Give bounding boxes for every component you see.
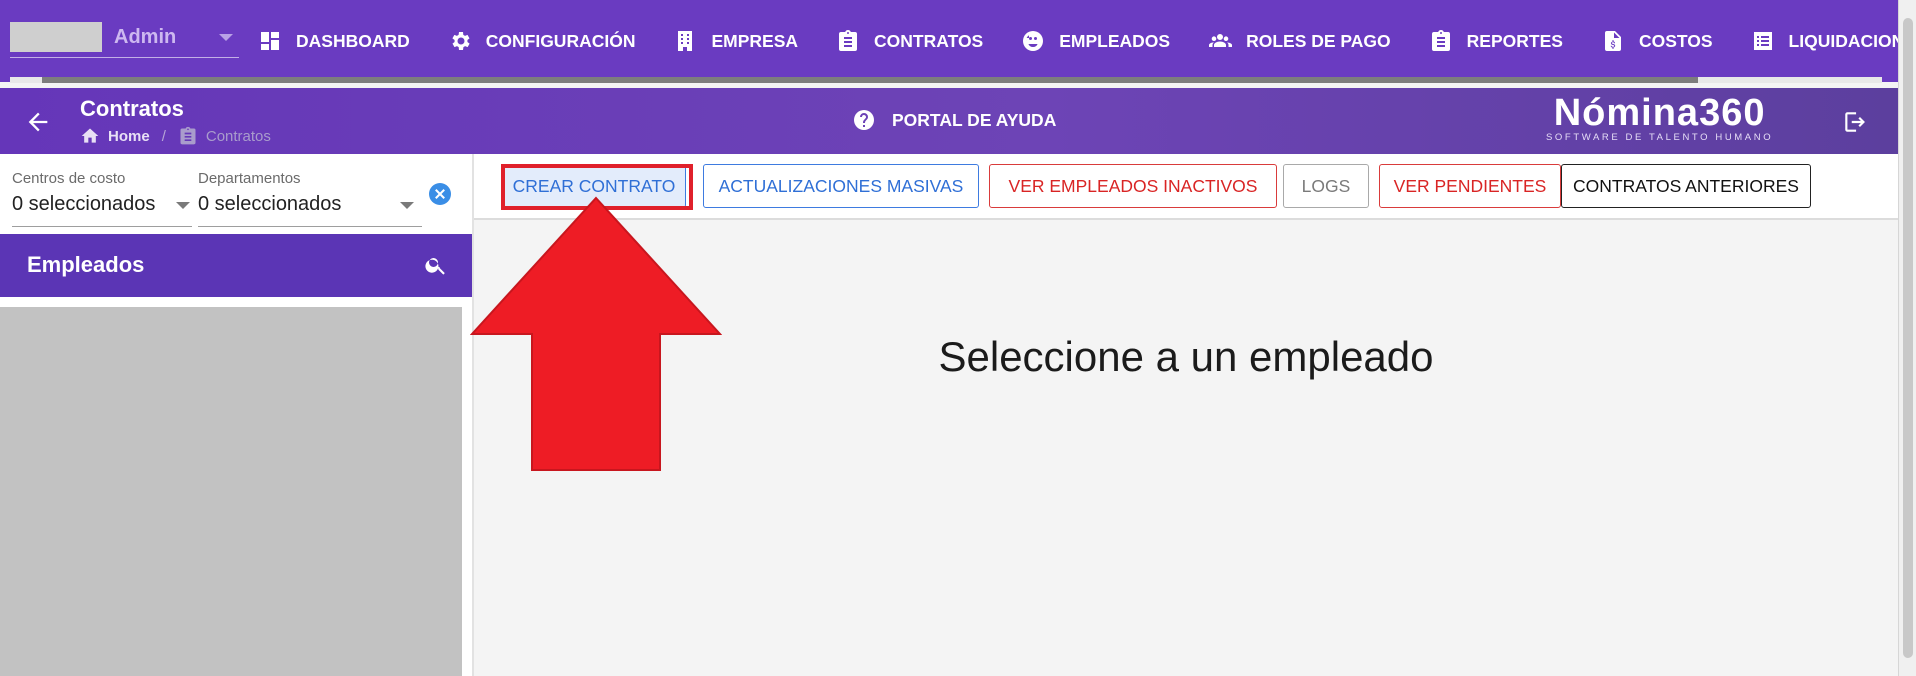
inactive-employees-button[interactable]: VER EMPLEADOS INACTIVOS <box>989 164 1277 208</box>
gear-icon <box>452 32 470 50</box>
chevron-down-icon <box>219 34 233 41</box>
arrow-left-icon <box>28 112 48 132</box>
department-select[interactable]: Departamentos 0 seleccionados <box>198 170 341 216</box>
department-value: 0 seleccionados <box>198 193 342 215</box>
nav-roles-de-pago[interactable]: ROLES DE PAGO <box>1208 24 1409 58</box>
nav-empresa[interactable]: EMPRESA <box>673 24 816 58</box>
main-nav: DASHBOARD CONFIGURACIÓN EMPRESA CONTRATO… <box>258 24 1916 58</box>
brand-tagline: SOFTWARE DE TALENTO HUMANO <box>1546 132 1774 143</box>
loading-bar <box>10 77 1882 83</box>
nav-label: CONFIGURACIÓN <box>485 30 636 51</box>
home-icon <box>81 128 99 143</box>
nav-liquidaciones[interactable]: LIQUIDACIONES <box>1751 24 1916 58</box>
breadcrumb-current-label: Contratos <box>205 127 271 145</box>
employees-icon <box>1023 31 1044 51</box>
nav-label: DASHBOARD <box>296 30 410 51</box>
clipboard-icon <box>839 30 858 51</box>
nav-label: CONTRATOS <box>874 30 984 51</box>
help-icon <box>854 110 874 130</box>
building-icon <box>678 31 693 51</box>
nav-costos[interactable]: COSTOS <box>1601 24 1731 58</box>
top-navbar: Admin DASHBOARD CONFIGURACIÓN EMPRESA CO… <box>0 0 1916 83</box>
brand-logo: Nómina360 SOFTWARE DE TALENTO HUMANO <box>1546 91 1773 143</box>
annotation-arrow-icon <box>470 196 722 471</box>
brand-name: Nómina360 <box>1553 92 1766 134</box>
employee-list[interactable] <box>0 307 462 676</box>
breadcrumb-current: Contratos <box>178 126 271 146</box>
nav-reportes[interactable]: REPORTES <box>1429 24 1581 58</box>
nav-empleados[interactable]: EMPLEADOS <box>1021 24 1188 58</box>
page-scrollbar[interactable] <box>1898 0 1916 676</box>
breadcrumb-separator: / <box>161 127 166 145</box>
cost-center-value: 0 seleccionados <box>12 193 156 215</box>
department-label: Departamentos <box>198 170 301 187</box>
chevron-down-icon[interactable] <box>176 202 190 209</box>
group-icon <box>1209 34 1233 47</box>
nav-configuracion[interactable]: CONFIGURACIÓN <box>448 24 654 58</box>
nav-label: EMPLEADOS <box>1059 30 1171 51</box>
employees-header: Empleados <box>0 234 472 297</box>
cost-center-label: Centros de costo <box>12 170 126 187</box>
nav-label: EMPRESA <box>711 30 799 51</box>
avatar <box>10 22 102 52</box>
nav-dashboard[interactable]: DASHBOARD <box>258 24 428 58</box>
cost-file-icon <box>1604 31 1621 51</box>
previous-contracts-button[interactable]: CONTRATOS ANTERIORES <box>1561 164 1811 208</box>
breadcrumb-home-label: Home <box>108 127 150 145</box>
filters-panel: Centros de costo 0 seleccionados Departa… <box>0 154 472 234</box>
user-name: Admin <box>114 26 177 48</box>
logs-button[interactable]: LOGS <box>1283 164 1369 208</box>
logout-icon <box>1845 112 1865 132</box>
breadcrumb-home[interactable]: Home <box>80 126 150 146</box>
page-header: Contratos Home / Contratos PORTAL DE AYU… <box>0 88 1898 154</box>
nav-label: LIQUIDACIONES <box>1788 30 1916 51</box>
nav-label: COSTOS <box>1638 30 1713 51</box>
search-icon <box>425 258 445 275</box>
nav-contratos[interactable]: CONTRATOS <box>836 24 1001 58</box>
breadcrumb: Home / Contratos <box>80 126 271 146</box>
cost-center-select[interactable]: Centros de costo 0 seleccionados <box>12 170 155 216</box>
bulk-updates-button[interactable]: ACTUALIZACIONES MASIVAS <box>703 164 979 208</box>
employees-title: Empleados <box>27 252 145 277</box>
pending-button[interactable]: VER PENDIENTES <box>1379 164 1561 208</box>
clear-filters-button[interactable] <box>429 183 451 205</box>
nav-label: ROLES DE PAGO <box>1246 30 1391 51</box>
list-icon <box>1753 32 1772 50</box>
help-portal-link[interactable]: PORTAL DE AYUDA <box>852 108 1056 132</box>
report-icon <box>1431 30 1450 51</box>
chevron-down-icon[interactable] <box>400 202 414 209</box>
dashboard-icon <box>261 32 279 50</box>
nav-label: REPORTES <box>1466 30 1563 51</box>
page-title: Contratos <box>80 96 184 121</box>
back-button[interactable] <box>24 108 52 136</box>
scrollbar-thumb[interactable] <box>1903 18 1913 658</box>
logout-button[interactable] <box>1842 109 1868 135</box>
search-button[interactable] <box>424 253 448 277</box>
clipboard-icon <box>180 126 196 145</box>
help-portal-label: PORTAL DE AYUDA <box>892 109 1057 130</box>
user-select[interactable]: Admin <box>10 22 239 58</box>
